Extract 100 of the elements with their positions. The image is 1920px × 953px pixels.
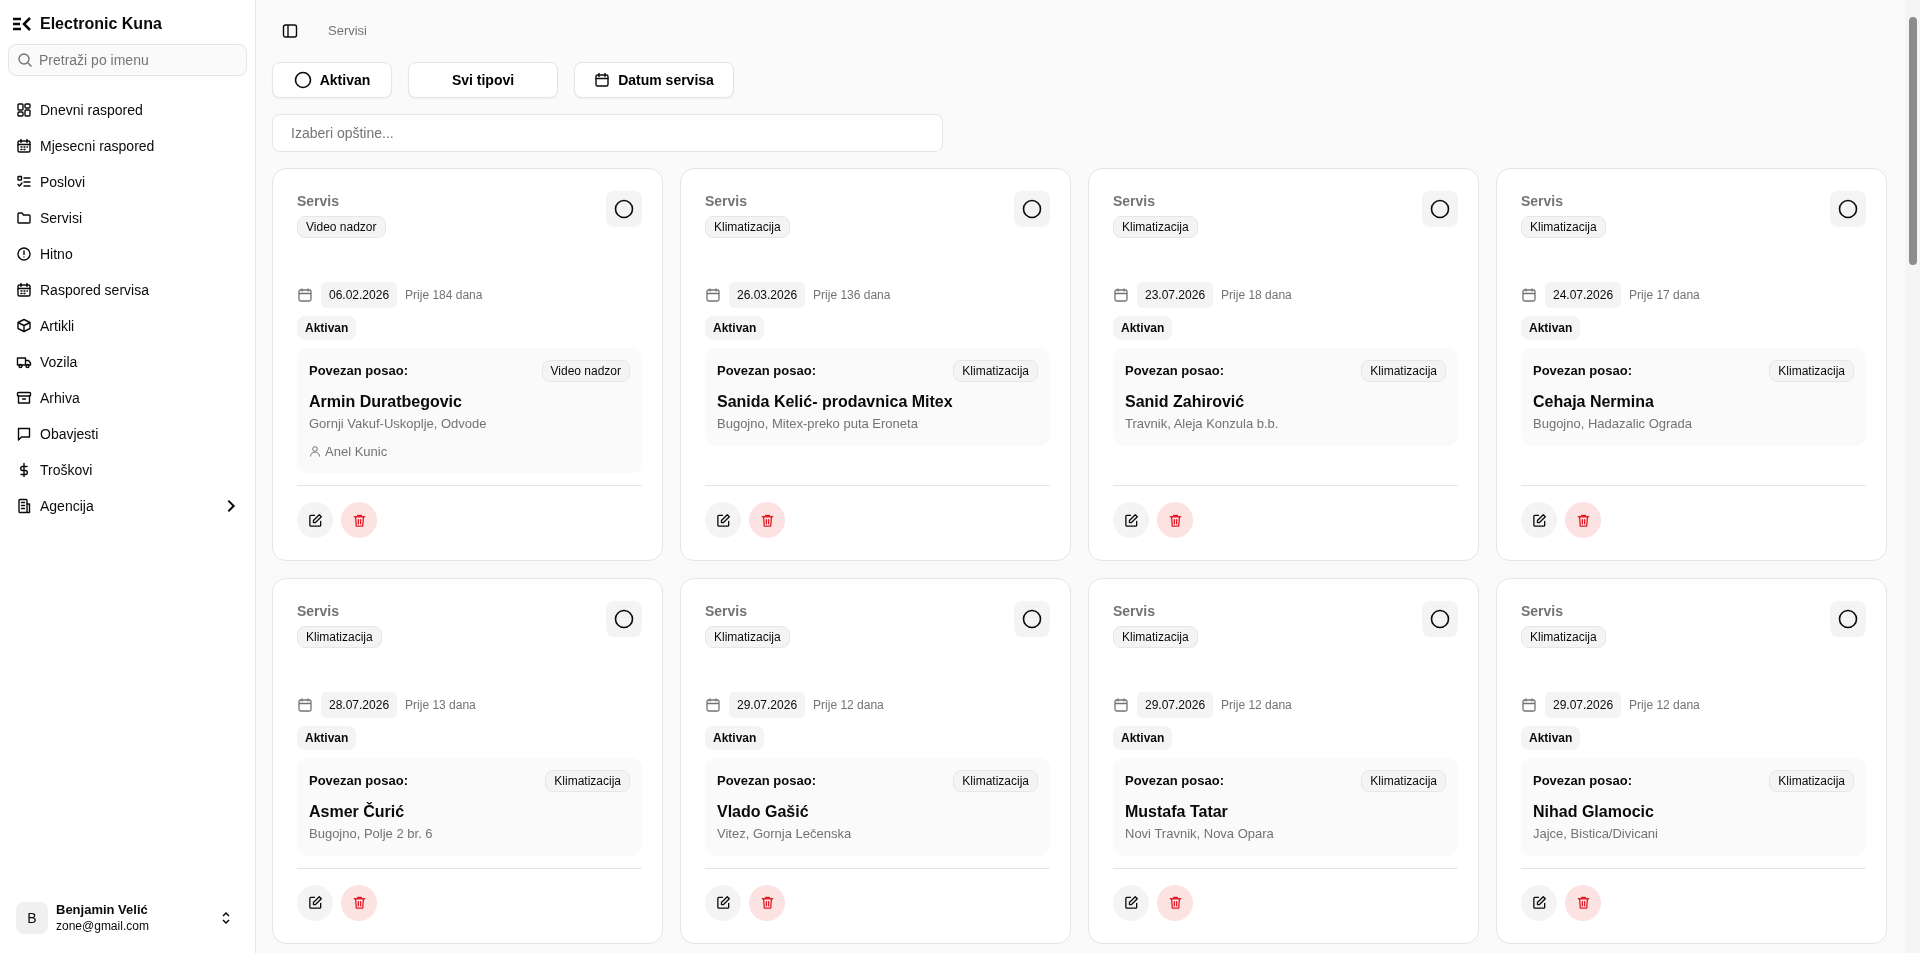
type-badge: Klimatizacija — [1113, 626, 1198, 648]
trash-icon — [1575, 895, 1591, 910]
status-badge: Aktivan — [705, 726, 765, 750]
status-toggle[interactable] — [1422, 601, 1458, 637]
delete-button[interactable] — [749, 502, 785, 538]
client-address: Bugojno, Mitex-preko puta Eroneta — [717, 415, 919, 433]
circle-icon — [1838, 609, 1858, 629]
delete-button[interactable] — [1565, 502, 1601, 538]
checklist-icon — [16, 174, 32, 190]
sidebar-item[interactable]: Hitno — [8, 236, 247, 272]
status-badge: Aktivan — [705, 316, 765, 340]
calendar-icon — [705, 287, 721, 303]
circle-icon — [293, 71, 312, 89]
edit-icon — [715, 895, 731, 910]
edit-button[interactable] — [297, 502, 333, 538]
type-badge: Klimatizacija — [1113, 216, 1198, 238]
service-date: 29.07.2026 — [729, 692, 806, 718]
edit-button[interactable] — [297, 884, 333, 921]
client-name: Cehaja Nermina — [1533, 392, 1655, 412]
circle-icon — [1838, 199, 1858, 219]
job-label: Povezan posao: — [309, 362, 408, 381]
status-toggle[interactable] — [606, 191, 642, 227]
calendar-icon — [297, 287, 313, 303]
card-title: Servis — [1113, 602, 1156, 621]
sidebar-item[interactable]: Mjesecni raspored — [8, 128, 247, 164]
filter-button[interactable]: Svi tipovi — [408, 62, 558, 98]
delete-button[interactable] — [1157, 884, 1193, 921]
days-ago: Prije 184 dana — [405, 287, 483, 304]
job-label: Povezan posao: — [717, 362, 816, 381]
scrollbar[interactable] — [1905, 0, 1920, 953]
circle-icon — [1022, 609, 1042, 629]
trash-icon — [759, 512, 775, 528]
card-title: Servis — [705, 602, 748, 621]
sidebar-item[interactable]: Servisi — [8, 200, 247, 236]
job-label: Povezan posao: — [717, 772, 816, 791]
job-type-badge: Klimatizacija — [953, 770, 1038, 792]
status-toggle[interactable] — [1830, 191, 1866, 227]
status-toggle[interactable] — [1014, 191, 1050, 227]
delete-button[interactable] — [1157, 502, 1193, 538]
delete-button[interactable] — [341, 502, 377, 538]
type-badge: Video nadzor — [297, 216, 386, 238]
job-type-badge: Klimatizacija — [1361, 770, 1446, 792]
archive-icon — [16, 390, 32, 406]
edit-icon — [307, 895, 323, 910]
status-toggle[interactable] — [1830, 601, 1866, 637]
sidebar-toggle-icon[interactable] — [282, 23, 298, 39]
calendar-icon — [16, 138, 32, 154]
service-date: 23.07.2026 — [1137, 282, 1214, 308]
job-type-badge: Video nadzor — [541, 360, 630, 382]
sidebar-item[interactable]: Obavjesti — [8, 416, 247, 452]
technician-name: Anel Kunic — [325, 442, 388, 461]
edit-button[interactable] — [1521, 884, 1557, 921]
sidebar-item[interactable]: Arhiva — [8, 380, 247, 416]
edit-button[interactable] — [705, 884, 741, 921]
edit-button[interactable] — [1113, 884, 1149, 921]
status-badge: Aktivan — [297, 726, 357, 750]
alert-icon — [16, 246, 32, 262]
circle-icon — [1430, 609, 1450, 629]
sidebar-item[interactable]: Vozila — [8, 344, 247, 380]
sidebar-item[interactable]: Agencija — [8, 488, 247, 524]
sidebar-item[interactable]: Troškovi — [8, 452, 247, 488]
job-type-badge: Klimatizacija — [1769, 360, 1854, 382]
days-ago: Prije 13 dana — [405, 697, 476, 714]
sidebar-item[interactable]: Poslovi — [8, 164, 247, 200]
user-avatar: B — [16, 902, 48, 934]
search-field[interactable]: Pretraži po imenu — [8, 44, 247, 76]
type-badge: Klimatizacija — [1521, 626, 1606, 648]
user-name: Benjamin Velić — [56, 902, 149, 919]
sidebar-item[interactable]: Dnevni raspored — [8, 92, 247, 128]
sidebar-item[interactable]: Artikli — [8, 308, 247, 344]
client-name: Asmer Čurić — [309, 801, 406, 822]
delete-button[interactable] — [749, 884, 785, 921]
status-toggle[interactable] — [606, 601, 642, 637]
breadcrumb: Servisi — [328, 22, 367, 41]
chevrons-icon[interactable] — [221, 911, 231, 925]
trash-icon — [351, 895, 367, 910]
truck-icon — [16, 354, 32, 370]
filter-button[interactable]: Aktivan — [272, 62, 392, 98]
service-date: 29.07.2026 — [1137, 692, 1214, 718]
client-address: Vitez, Gornja Lečenska — [717, 825, 853, 843]
filter-button[interactable]: Datum servisa — [574, 62, 734, 98]
status-toggle[interactable] — [1014, 601, 1050, 637]
building-icon — [16, 498, 32, 514]
edit-button[interactable] — [1521, 502, 1557, 538]
client-name: Armin Duratbegovic — [309, 392, 463, 412]
client-address: Travnik, Aleja Konzula b.b. — [1125, 415, 1280, 433]
edit-button[interactable] — [1113, 502, 1149, 538]
edit-button[interactable] — [705, 502, 741, 538]
status-toggle[interactable] — [1422, 191, 1458, 227]
client-address: Novi Travnik, Nova Opara — [1125, 825, 1275, 843]
sidebar-item[interactable]: Raspored servisa — [8, 272, 247, 308]
job-label: Povezan posao: — [1125, 362, 1224, 381]
client-name: Mustafa Tatar — [1125, 802, 1229, 822]
status-badge: Aktivan — [1113, 316, 1173, 340]
job-label: Povezan posao: — [1533, 772, 1632, 791]
municipality-field[interactable]: Izaberi opštine... — [272, 114, 943, 152]
delete-button[interactable] — [341, 884, 377, 921]
delete-button[interactable] — [1565, 884, 1601, 921]
status-badge: Aktivan — [1521, 316, 1581, 340]
status-badge: Aktivan — [297, 316, 357, 340]
